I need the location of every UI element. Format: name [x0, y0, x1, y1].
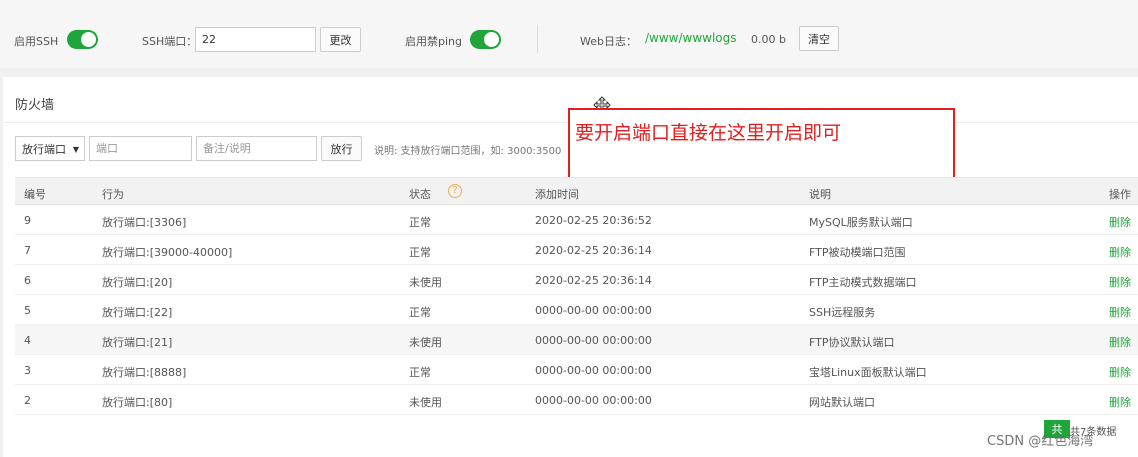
panel-title: 防火墙	[15, 98, 55, 113]
cell-action: 放行端口:[3306]	[102, 216, 187, 229]
col-id: 编号	[24, 188, 46, 201]
note-input[interactable]	[196, 136, 317, 161]
divider	[537, 25, 538, 53]
cell-action: 放行端口:[8888]	[102, 366, 187, 379]
ping-label: 启用禁ping	[405, 35, 462, 48]
table-row: 9 放行端口:[3306] 正常 2020-02-25 20:36:52 MyS…	[15, 205, 1138, 235]
delete-link[interactable]: 删除	[1109, 304, 1131, 320]
cell-time: 2020-02-25 20:36:52	[535, 214, 652, 227]
col-desc: 说明	[809, 188, 831, 201]
cell-time: 0000-00-00 00:00:00	[535, 334, 652, 347]
cell-id: 4	[24, 334, 31, 347]
cell-status: 未使用	[409, 276, 442, 289]
table-row: 3 放行端口:[8888] 正常 0000-00-00 00:00:00 宝塔L…	[15, 355, 1138, 385]
firewall-panel: 防火墙 放行端口 ▼ 放行 说明: 支持放行端口范围，如: 3000:3500 …	[3, 77, 1138, 457]
delete-link[interactable]: 删除	[1109, 394, 1131, 410]
port-range-hint: 说明: 支持放行端口范围，如: 3000:3500	[374, 146, 562, 157]
cell-desc: FTP协议默认端口	[809, 336, 895, 349]
cell-desc: FTP被动模端口范围	[809, 246, 906, 259]
annotation-text: 要开启端口直接在这里开启即可	[575, 122, 842, 144]
clear-log-button[interactable]: 清空	[799, 26, 839, 51]
delete-link[interactable]: 删除	[1109, 334, 1131, 350]
weblog-path: /www/wwwlogs	[645, 31, 737, 45]
cell-desc: 网站默认端口	[809, 396, 875, 409]
table-row: 7 放行端口:[39000-40000] 正常 2020-02-25 20:36…	[15, 235, 1138, 265]
ssh-toggle[interactable]	[67, 30, 98, 49]
delete-link[interactable]: 删除	[1109, 274, 1131, 290]
table-row: 2 放行端口:[80] 未使用 0000-00-00 00:00:00 网站默认…	[15, 385, 1138, 415]
cell-desc: 宝塔Linux面板默认端口	[809, 366, 927, 379]
cell-time: 0000-00-00 00:00:00	[535, 364, 652, 377]
weblog-label: Web日志：	[580, 35, 637, 48]
cell-id: 5	[24, 304, 31, 317]
cell-id: 7	[24, 244, 31, 257]
cell-time: 0000-00-00 00:00:00	[535, 304, 652, 317]
cell-id: 3	[24, 364, 31, 377]
cell-time: 2020-02-25 20:36:14	[535, 244, 652, 257]
cell-status: 正常	[409, 246, 431, 259]
weblog-size: 0.00 b	[751, 33, 786, 46]
cell-desc: FTP主动模式数据端口	[809, 276, 917, 289]
cell-action: 放行端口:[22]	[102, 306, 173, 319]
cell-action: 放行端口:[20]	[102, 276, 173, 289]
cell-status: 未使用	[409, 336, 442, 349]
caret-down-icon: ▼	[72, 145, 79, 154]
top-settings-bar: 启用SSH SSH端口： 更改 启用禁ping Web日志： /www/wwwl…	[0, 0, 1138, 68]
cell-action: 放行端口:[21]	[102, 336, 173, 349]
table-header: 编号 行为 状态 ? 添加时间 说明 操作	[15, 177, 1138, 205]
cell-action: 放行端口:[39000-40000]	[102, 246, 233, 259]
cell-id: 9	[24, 214, 31, 227]
cell-desc: MySQL服务默认端口	[809, 216, 913, 229]
cell-desc: SSH远程服务	[809, 306, 876, 319]
col-status: 状态	[409, 188, 431, 201]
ssh-port-label: SSH端口：	[142, 35, 198, 48]
table-row: 4 放行端口:[21] 未使用 0000-00-00 00:00:00 FTP协…	[15, 325, 1138, 355]
port-input[interactable]	[89, 136, 192, 161]
cell-status: 正常	[409, 216, 431, 229]
col-time: 添加时间	[535, 188, 579, 201]
ssh-port-input[interactable]	[195, 27, 316, 52]
cell-time: 2020-02-25 20:36:14	[535, 274, 652, 287]
cell-action: 放行端口:[80]	[102, 396, 173, 409]
rule-type-select[interactable]: 放行端口 ▼	[15, 136, 85, 161]
delete-link[interactable]: 删除	[1109, 214, 1131, 230]
col-op: 操作	[1109, 188, 1131, 201]
cell-id: 2	[24, 394, 31, 407]
cell-id: 6	[24, 274, 31, 287]
annotation-box: 要开启端口直接在这里开启即可	[568, 108, 955, 184]
allow-port-button[interactable]: 放行	[321, 136, 362, 161]
table-row: 6 放行端口:[20] 未使用 2020-02-25 20:36:14 FTP主…	[15, 265, 1138, 295]
ping-toggle[interactable]	[470, 30, 501, 49]
change-port-button[interactable]: 更改	[320, 27, 361, 52]
cell-status: 正常	[409, 306, 431, 319]
delete-link[interactable]: 删除	[1109, 244, 1131, 260]
col-action: 行为	[102, 188, 124, 201]
cell-status: 正常	[409, 366, 431, 379]
cell-time: 0000-00-00 00:00:00	[535, 394, 652, 407]
rule-type-value: 放行端口	[22, 142, 66, 156]
table-row: 5 放行端口:[22] 正常 0000-00-00 00:00:00 SSH远程…	[15, 295, 1138, 325]
delete-link[interactable]: 删除	[1109, 364, 1131, 380]
help-icon[interactable]: ?	[448, 184, 462, 198]
watermark: CSDN @红色海湾	[987, 434, 1094, 449]
ssh-label: 启用SSH	[14, 35, 59, 48]
cell-status: 未使用	[409, 396, 442, 409]
